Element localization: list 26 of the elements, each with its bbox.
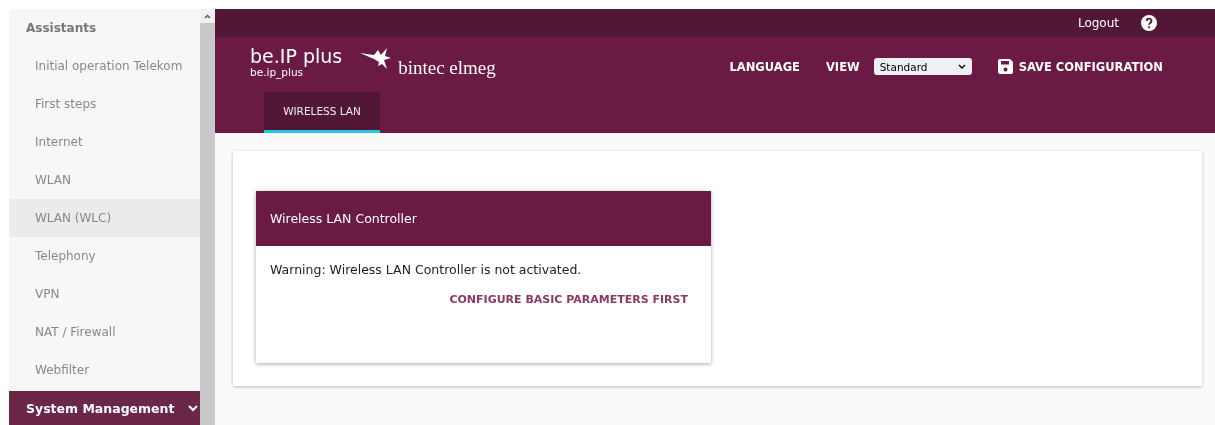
configure-link[interactable]: CONFIGURE BASIC PARAMETERS FIRST: [449, 293, 688, 306]
card-title: Wireless LAN Controller: [256, 191, 711, 246]
sidebar-item[interactable]: NAT / Firewall: [9, 313, 200, 351]
help-icon[interactable]: [1141, 15, 1157, 31]
scroll-up-icon[interactable]: [204, 13, 211, 19]
warning-message: Warning: Wireless LAN Controller is not activated.: [269, 261, 583, 277]
device-name: be.ip_plus: [250, 66, 304, 78]
chevron-down-icon[interactable]: [957, 64, 966, 69]
sidebar-item[interactable]: VPN: [9, 275, 200, 313]
sidebar-item[interactable]: Initial operation Telekom: [9, 47, 200, 85]
tab[interactable]: WIRELESS LAN: [264, 92, 380, 133]
sidebar-item[interactable]: Telephony: [9, 237, 200, 275]
sidebar-item[interactable]: First steps: [9, 85, 200, 123]
view-select[interactable]: Standard: [873, 58, 972, 75]
save-configuration-button[interactable]: SAVE CONFIGURATION: [1018, 59, 1163, 74]
save-icon[interactable]: [997, 59, 1013, 74]
sidebar-item[interactable]: Internet: [9, 123, 200, 161]
sidebar-item[interactable]: WLAN (WLC): [9, 199, 200, 237]
product-name: be.IP plus: [250, 46, 343, 66]
brand-logo: bintec elmeg: [360, 48, 496, 82]
view-label: VIEW: [825, 59, 860, 74]
sidebar-heading: Assistants: [25, 20, 98, 37]
sidebar-item[interactable]: WLAN: [9, 161, 200, 199]
language-menu[interactable]: LANGUAGE: [729, 59, 800, 74]
sidebar-item[interactable]: Webfilter: [9, 351, 200, 389]
logout-link[interactable]: Logout: [1077, 16, 1119, 30]
